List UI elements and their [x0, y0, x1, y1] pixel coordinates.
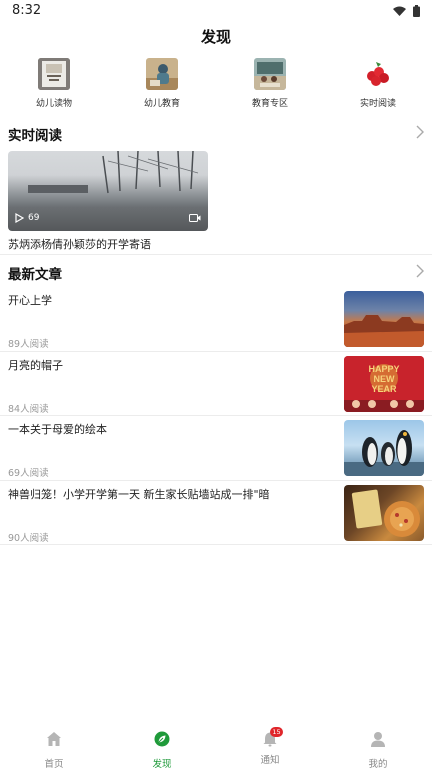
- video-thumbnail-scene: [28, 151, 199, 194]
- divider: [0, 544, 432, 545]
- tab-notifications[interactable]: 15 通知: [240, 727, 300, 766]
- discover-icon: [154, 731, 170, 747]
- article-reads: 84人阅读: [8, 404, 49, 415]
- article-title: 一本关于母爱的绘本: [8, 423, 107, 436]
- article-title: 月亮的帽子: [8, 359, 63, 372]
- berries-photo-icon: [362, 58, 394, 90]
- home-icon: [47, 732, 61, 746]
- profile-icon: [371, 732, 385, 747]
- article-reads: 90人阅读: [8, 533, 49, 544]
- tab-label: 首页: [44, 759, 64, 768]
- category-item-education[interactable]: 幼儿教育: [122, 58, 202, 109]
- category-item-reading[interactable]: 幼儿读物: [14, 58, 94, 109]
- divider: [0, 351, 432, 352]
- chevron-right-icon[interactable]: [415, 264, 424, 278]
- classroom-photo-icon: [254, 58, 286, 90]
- video-card[interactable]: 69: [8, 151, 208, 231]
- article-reads: 69人阅读: [8, 468, 49, 479]
- video-camera-icon: [189, 214, 201, 222]
- category-row: 幼儿读物 幼儿教育 教育专区 实时阅读: [0, 58, 432, 112]
- bottom-tab-bar: 首页 发现 15 通知 我的: [0, 727, 432, 768]
- article-thumbnail-food: [344, 485, 424, 541]
- status-icons: [393, 5, 420, 17]
- child-photo-icon: [146, 58, 178, 90]
- play-icon: [15, 213, 24, 223]
- chevron-right-icon[interactable]: [415, 125, 424, 139]
- category-label: 实时阅读: [359, 99, 396, 109]
- section-title-realtime: 实时阅读: [8, 128, 62, 144]
- tab-label: 通知: [260, 755, 280, 766]
- video-play-count: 69: [15, 213, 39, 223]
- divider: [0, 415, 432, 416]
- category-label: 幼儿读物: [35, 99, 72, 109]
- category-label: 幼儿教育: [143, 99, 180, 109]
- status-bar: 8:32: [0, 0, 432, 22]
- thumb-text-happy: HAPPY: [368, 364, 399, 374]
- article-thumbnail-penguins: [344, 420, 424, 476]
- article-item[interactable]: 月亮的帽子 84人阅读 HAPPY NEW YEAR: [0, 356, 432, 421]
- thumb-text-year: YEAR: [371, 384, 397, 394]
- article-thumbnail-desert: [344, 291, 424, 347]
- article-title: 开心上学: [8, 294, 52, 307]
- article-thumbnail-new-year: HAPPY NEW YEAR: [344, 356, 424, 412]
- tab-discover[interactable]: 发现: [132, 731, 192, 768]
- divider: [0, 480, 432, 481]
- article-title: 神兽归笼！小学开学第一天 新生家长贴墙站成一排"暗: [8, 488, 270, 501]
- section-title-latest: 最新文章: [8, 267, 62, 283]
- bell-icon-wrap: 15: [262, 727, 283, 747]
- thumb-text-new: NEW: [374, 374, 396, 384]
- page-title: 发现: [200, 28, 231, 46]
- book-cover-icon: [38, 58, 70, 90]
- notification-badge: 15: [270, 727, 283, 737]
- article-item[interactable]: 开心上学 89人阅读: [0, 291, 432, 356]
- status-time: 8:32: [12, 3, 42, 18]
- article-item[interactable]: 神兽归笼！小学开学第一天 新生家长贴墙站成一排"暗 90人阅读: [0, 485, 432, 550]
- category-label: 教育专区: [251, 99, 288, 109]
- tab-profile[interactable]: 我的: [348, 731, 408, 768]
- tab-label: 发现: [152, 759, 172, 768]
- category-item-zone[interactable]: 教育专区: [230, 58, 310, 109]
- video-title[interactable]: 苏炳添杨倩孙颖莎的开学寄语: [8, 236, 151, 252]
- divider: [0, 254, 432, 255]
- tab-label: 我的: [368, 759, 388, 768]
- tab-home[interactable]: 首页: [24, 731, 84, 768]
- play-count: 69: [28, 213, 40, 223]
- category-item-realtime[interactable]: 实时阅读: [338, 58, 418, 109]
- article-reads: 89人阅读: [8, 339, 49, 350]
- wifi-icon: [393, 6, 406, 16]
- battery-icon: [413, 5, 420, 17]
- article-item[interactable]: 一本关于母爱的绘本 69人阅读: [0, 420, 432, 485]
